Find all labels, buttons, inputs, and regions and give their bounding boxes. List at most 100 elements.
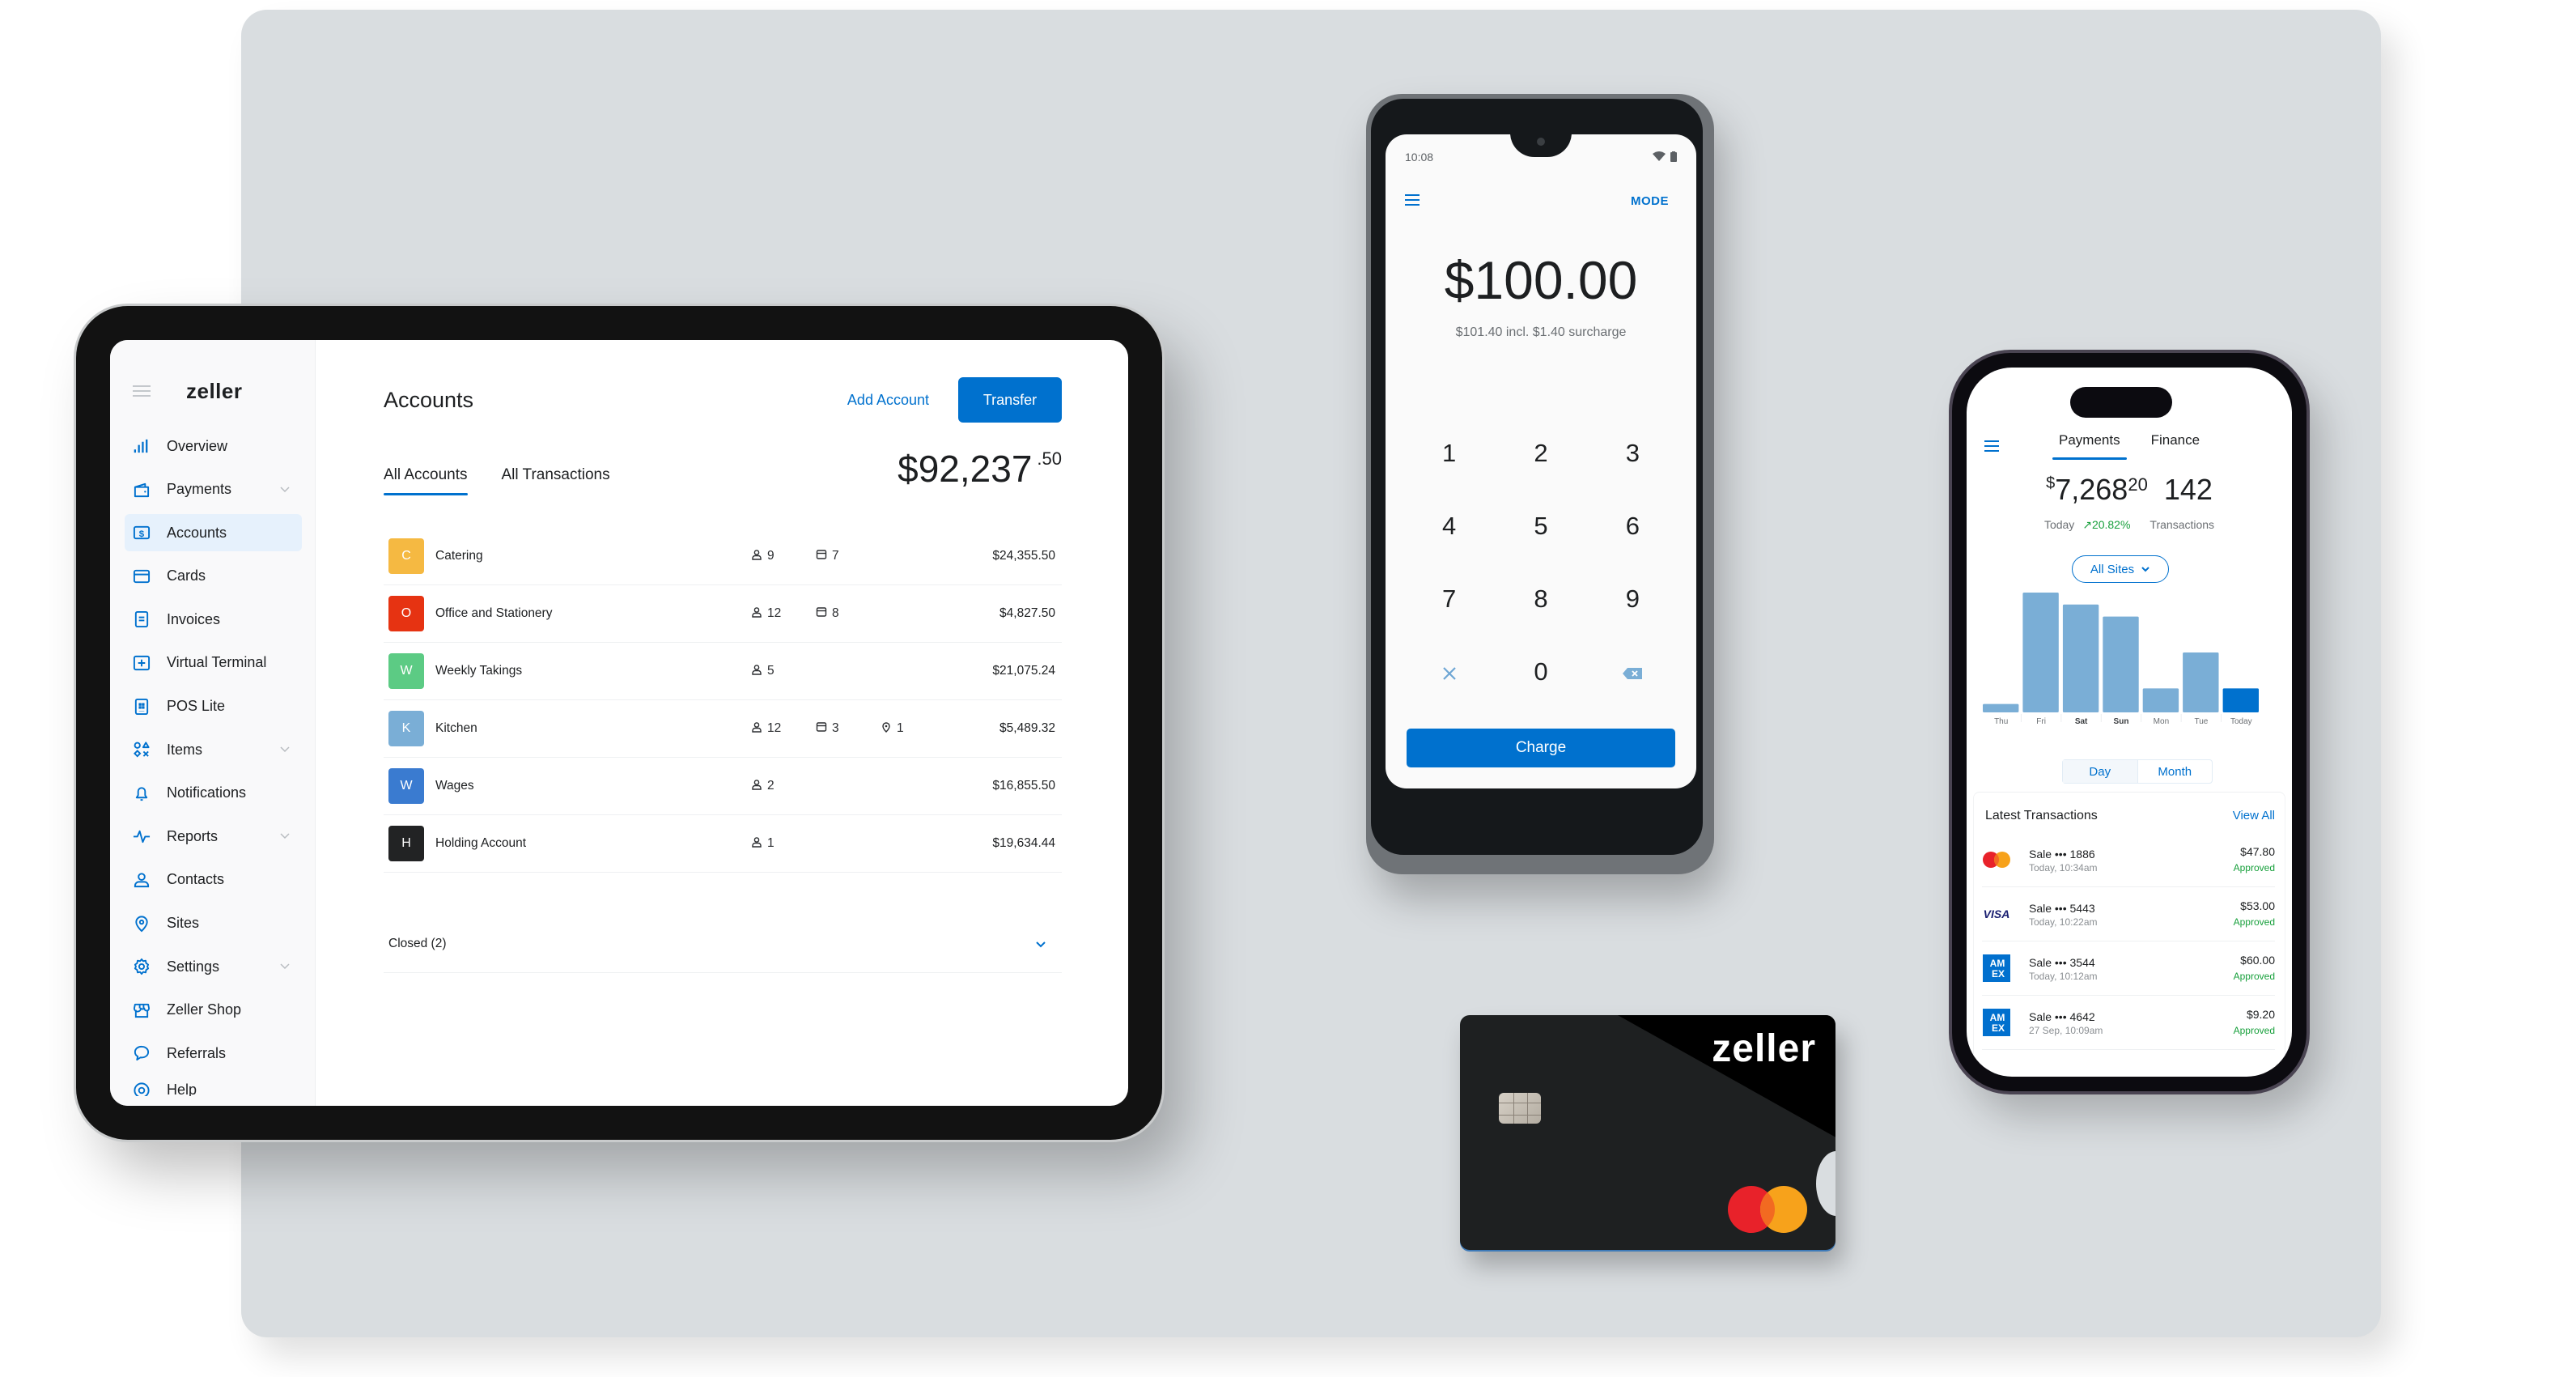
shop-icon bbox=[133, 1001, 151, 1019]
mastercard-logo-icon bbox=[1728, 1186, 1807, 1233]
sidebar-item-overview[interactable]: Overview bbox=[125, 427, 302, 465]
key-0[interactable]: 0 bbox=[1495, 654, 1586, 690]
transaction-row[interactable]: Sale ••• 1886 Today, 10:34am $47.80 Approve… bbox=[1982, 833, 2275, 887]
transaction-row[interactable]: AM EX Sale ••• 3544 Today, 10:12am $60.00 App… bbox=[1982, 941, 2275, 996]
chart-bar-fri[interactable] bbox=[2022, 593, 2059, 712]
gear-icon bbox=[133, 958, 151, 975]
card-notch bbox=[1816, 1151, 1835, 1216]
chart-bar-today[interactable] bbox=[2222, 688, 2259, 712]
transaction-info: Sale ••• 3544 Today, 10:12am bbox=[2029, 954, 2098, 982]
surcharge-text: $101.40 incl. $1.40 surcharge bbox=[1455, 325, 1627, 339]
chart-bar-sun[interactable] bbox=[2103, 616, 2139, 712]
sidebar-item-items[interactable]: Items bbox=[125, 731, 302, 768]
card-zeller-logo: zeller bbox=[1712, 1027, 1816, 1070]
sidebar-item-accounts[interactable]: $ Accounts bbox=[125, 514, 302, 552]
chart-bar-thu[interactable] bbox=[1983, 703, 2019, 712]
menu-icon[interactable] bbox=[1405, 194, 1420, 206]
sidebar-item-referrals[interactable]: Referrals bbox=[125, 1035, 302, 1072]
account-row[interactable]: O Office and Stationery 12 8 $4,827.50 bbox=[384, 585, 1062, 643]
user-icon bbox=[751, 721, 767, 737]
sidebar-item-label: Help bbox=[167, 1081, 197, 1096]
user-icon bbox=[751, 779, 767, 794]
chart-x-label: Today bbox=[2230, 717, 2252, 726]
svg-text:EX: EX bbox=[1992, 1022, 2005, 1034]
key-6[interactable]: 6 bbox=[1587, 508, 1678, 544]
view-all-link[interactable]: View All bbox=[2233, 809, 2275, 823]
accounts-list: C Catering 9 7 $24,355.50 O Office and Station… bbox=[384, 528, 1062, 873]
account-row[interactable]: W Weekly Takings 5 $21,075.24 bbox=[384, 643, 1062, 700]
key-9[interactable]: 9 bbox=[1587, 581, 1678, 617]
transaction-title: Sale ••• 1886 bbox=[2029, 848, 2095, 861]
sidebar-item-label: POS Lite bbox=[167, 698, 226, 715]
mastercard-icon bbox=[1983, 852, 2010, 868]
sidebar-item-invoices[interactable]: Invoices bbox=[125, 601, 302, 638]
tab-payments[interactable]: Payments bbox=[2052, 432, 2127, 460]
sidebar-item-label: Settings bbox=[167, 958, 220, 975]
transaction-row[interactable]: VISA Sale ••• 5443 Today, 10:22am $53.00 App… bbox=[1982, 887, 2275, 941]
sidebar-item-label: Notifications bbox=[167, 784, 247, 801]
account-row[interactable]: C Catering 9 7 $24,355.50 bbox=[384, 528, 1062, 585]
closed-accounts-toggle[interactable]: Closed (2) bbox=[384, 915, 1062, 973]
chevron-down-icon[interactable] bbox=[279, 483, 291, 495]
sidebar-item-help[interactable]: Help bbox=[125, 1078, 302, 1096]
revenue-cents: 20 bbox=[2128, 474, 2148, 495]
transaction-amount: $53.00 bbox=[2240, 899, 2275, 912]
transaction-amount: $47.80 bbox=[2240, 845, 2275, 858]
chevron-down-icon[interactable] bbox=[279, 830, 291, 841]
key-3[interactable]: 3 bbox=[1587, 436, 1678, 471]
charge-button[interactable]: Charge bbox=[1407, 729, 1675, 767]
account-initial: O bbox=[401, 606, 412, 620]
key-clear[interactable] bbox=[1403, 654, 1495, 690]
sidebar-item-contacts[interactable]: Contacts bbox=[125, 861, 302, 899]
account-cards-count: 3 bbox=[832, 721, 839, 735]
sidebar-item-label: Virtual Terminal bbox=[167, 654, 267, 671]
account-row[interactable]: H Holding Account 1 $19,634.44 bbox=[384, 815, 1062, 873]
account-users-count: 12 bbox=[767, 606, 782, 620]
chevron-down-icon[interactable] bbox=[279, 743, 291, 754]
transaction-row[interactable]: AM EX Sale ••• 4642 27 Sep, 10:09am $9.20 App… bbox=[1982, 996, 2275, 1050]
sidebar-item-zeller-shop[interactable]: Zeller Shop bbox=[125, 992, 302, 1029]
add-account-link[interactable]: Add Account bbox=[847, 392, 929, 409]
key-1[interactable]: 1 bbox=[1403, 436, 1495, 471]
sidebar-item-pos-lite[interactable]: POS Lite bbox=[125, 688, 302, 725]
key-5[interactable]: 5 bbox=[1495, 508, 1586, 544]
transaction-status: Approved bbox=[2233, 971, 2275, 982]
account-row[interactable]: W Wages 2 $16,855.50 bbox=[384, 758, 1062, 815]
sidebar-item-notifications[interactable]: Notifications bbox=[125, 775, 302, 812]
sidebar-item-virtual-terminal[interactable]: Virtual Terminal bbox=[125, 644, 302, 682]
transfer-button[interactable]: Transfer bbox=[958, 377, 1062, 423]
zeller-logo: zeller bbox=[186, 378, 243, 403]
wifi-icon bbox=[1653, 151, 1666, 161]
key-4[interactable]: 4 bbox=[1403, 508, 1495, 544]
sidebar-item-cards[interactable]: Cards bbox=[125, 558, 302, 595]
menu-icon[interactable] bbox=[1984, 440, 1999, 452]
site-filter-dropdown[interactable]: All Sites bbox=[2072, 555, 2169, 583]
key-8[interactable]: 8 bbox=[1495, 581, 1586, 617]
key-7[interactable]: 7 bbox=[1403, 581, 1495, 617]
chart-bar-mon[interactable] bbox=[2142, 688, 2179, 712]
period-month[interactable]: Month bbox=[2138, 760, 2213, 783]
sidebar-item-label: Zeller Shop bbox=[167, 1001, 242, 1018]
period-day[interactable]: Day bbox=[2063, 760, 2138, 783]
tab-all-transactions[interactable]: All Transactions bbox=[502, 466, 610, 495]
tab-all-accounts[interactable]: All Accounts bbox=[384, 466, 468, 495]
mode-button[interactable]: MODE bbox=[1631, 194, 1669, 208]
account-balance: $16,855.50 bbox=[992, 779, 1055, 793]
card-brand: VISA bbox=[1982, 900, 2011, 928]
sidebar-item-sites[interactable]: Sites bbox=[125, 905, 302, 942]
key-backspace[interactable] bbox=[1587, 654, 1678, 690]
tab-finance[interactable]: Finance bbox=[2145, 432, 2206, 460]
revenue-whole: 7,268 bbox=[2055, 473, 2128, 506]
sidebar-item-payments[interactable]: Payments bbox=[125, 471, 302, 508]
chart-bar-sat[interactable] bbox=[2062, 604, 2099, 712]
chevron-down-icon[interactable] bbox=[279, 960, 291, 971]
sidebar-item-reports[interactable]: Reports bbox=[125, 818, 302, 855]
chart-x-label: Thu bbox=[1994, 717, 2008, 726]
key-2[interactable]: 2 bbox=[1495, 436, 1586, 471]
account-row[interactable]: K Kitchen 12 3 1 $5,489.32 bbox=[384, 700, 1062, 758]
account-name: Kitchen bbox=[435, 721, 477, 735]
account-name: Weekly Takings bbox=[435, 664, 523, 678]
chart-bar-tue[interactable] bbox=[2183, 652, 2219, 712]
sidebar-item-settings[interactable]: Settings bbox=[125, 948, 302, 985]
menu-icon[interactable] bbox=[133, 385, 151, 397]
